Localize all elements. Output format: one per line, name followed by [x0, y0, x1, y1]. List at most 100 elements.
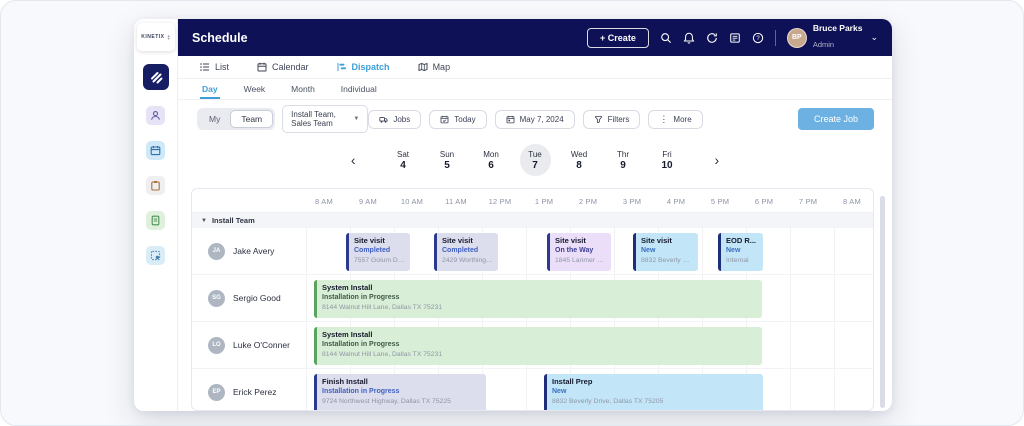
date-picker-button[interactable]: May 7, 2024	[494, 109, 575, 129]
event-card[interactable]: Site visit New 8832 Beverly Dri...	[633, 233, 698, 271]
technician-avatar: EP	[208, 383, 225, 401]
time-tick: 1 PM	[534, 197, 554, 206]
user-menu[interactable]: BP Bruce Parks Admin ⌄	[786, 23, 878, 52]
event-status: New	[726, 247, 741, 255]
subtab-individual[interactable]: Individual	[339, 79, 379, 99]
day-fri-10[interactable]: Fri 10	[652, 144, 683, 176]
workspace-switcher[interactable]: kinetix ▴ ▾	[136, 23, 175, 51]
technician-cell[interactable]: LO Luke O'Conner	[192, 336, 306, 354]
next-day-button[interactable]: ›	[711, 152, 724, 168]
toolbar-left: My Team Install Team, Sales Team ▼	[197, 105, 369, 133]
vertical-scrollbar[interactable]	[880, 196, 885, 408]
subtab-month[interactable]: Month	[289, 79, 317, 99]
sidebar-item-contacts[interactable]	[146, 106, 165, 125]
team-filter-select[interactable]: Install Team, Sales Team ▼	[282, 105, 369, 133]
event-card[interactable]: EOD R... New Internal	[718, 233, 763, 271]
news-icon	[730, 32, 740, 43]
create-job-button[interactable]: Create Job	[797, 108, 874, 130]
brand-logo-icon	[150, 72, 162, 84]
tab-map[interactable]: Map	[418, 62, 450, 72]
event-card[interactable]: Finish Install Installation in Progress …	[314, 374, 486, 410]
event-address: 8832 Beverly Dri...	[641, 256, 693, 264]
event-status: New	[552, 388, 567, 396]
technician-avatar: SG	[208, 289, 225, 307]
refresh-button[interactable]	[706, 32, 718, 44]
event-card[interactable]: Site visit Completed 2429 Worthingto...	[434, 233, 498, 271]
day-sat-4[interactable]: Sat 4	[388, 144, 419, 176]
event-card[interactable]: System Install Installation in Progress …	[314, 280, 762, 318]
technician-avatar: LO	[208, 336, 225, 354]
main-area: Schedule + Create ? BP Bruce Parks Admin…	[178, 19, 892, 411]
time-tick: 10 AM	[400, 197, 424, 206]
prev-day-button[interactable]: ‹	[347, 152, 360, 168]
filter-icon	[594, 115, 602, 123]
event-title: Site visit	[354, 236, 385, 245]
tab-dispatch[interactable]: Dispatch	[337, 62, 390, 72]
day-mon-6[interactable]: Mon 6	[476, 144, 507, 176]
page-title: Schedule	[192, 30, 248, 45]
event-address: 1845 Larimer Ro...	[555, 256, 606, 264]
event-title: Site visit	[555, 236, 586, 245]
subtab-week[interactable]: Week	[242, 79, 268, 99]
event-card[interactable]: Install Prep New 8832 Beverly Drive, Dal…	[544, 374, 763, 410]
toggle-team[interactable]: Team	[230, 110, 274, 128]
view-tabs: List Calendar Dispatch Map	[178, 56, 892, 79]
event-address: 2429 Worthingto...	[442, 256, 493, 264]
brand-logo[interactable]	[142, 64, 169, 90]
help-icon: ?	[752, 32, 763, 43]
event-address: Internal	[726, 256, 749, 264]
subtab-day[interactable]: Day	[200, 79, 220, 99]
header-actions: + Create ? BP Bruce Parks Admin ⌄	[587, 23, 878, 52]
sidebar-item-dispatch-map[interactable]	[146, 246, 165, 265]
event-status: Installation in Progress	[322, 388, 400, 396]
period-subtabs: Day Week Month Individual	[178, 79, 892, 100]
time-header: 8 AM 9 AM 10 AM 11 AM 12 PM 1 PM 2 PM 3 …	[192, 189, 873, 213]
jobs-button[interactable]: Jobs	[368, 109, 422, 129]
kebab-icon: ⋮	[659, 113, 669, 124]
sidebar-item-invoices[interactable]	[146, 211, 165, 230]
event-status: Completed	[442, 247, 479, 255]
date-navigation: ‹ Sat 4 Sun 5 Mon 6 Tue 7 Wed 8 Thr 9 Fr…	[178, 138, 892, 182]
toggle-my[interactable]: My	[199, 111, 230, 127]
news-feed-button[interactable]	[729, 32, 741, 44]
mini-sidebar: kinetix ▴ ▾	[134, 19, 178, 411]
day-wed-8[interactable]: Wed 8	[564, 144, 595, 176]
team-filter-value: Install Team, Sales Team	[291, 110, 336, 128]
event-title: System Install	[322, 330, 373, 339]
time-tick: 12 PM	[488, 197, 512, 206]
sidebar-item-tasks[interactable]	[146, 176, 165, 195]
help-button[interactable]: ?	[752, 32, 764, 44]
event-title: EOD R...	[726, 236, 757, 245]
tab-dispatch-label: Dispatch	[351, 62, 390, 72]
event-address: 8832 Beverly Drive, Dallas TX 75205	[552, 397, 664, 405]
technician-avatar: JA	[208, 242, 225, 260]
calendar-check-icon	[440, 115, 449, 123]
technician-cell[interactable]: SG Sergio Good	[192, 289, 306, 307]
event-card[interactable]: Site visit On the Way 1845 Larimer Ro...	[547, 233, 611, 271]
day-thr-9[interactable]: Thr 9	[608, 144, 639, 176]
tab-calendar[interactable]: Calendar	[257, 62, 309, 72]
event-status: Installation in Progress	[322, 341, 400, 349]
bell-icon	[683, 32, 695, 44]
more-button[interactable]: ⋮ More	[648, 109, 703, 129]
today-button[interactable]: Today	[429, 109, 487, 129]
truck-icon	[379, 116, 388, 123]
event-title: Finish Install	[322, 377, 368, 386]
technician-cell[interactable]: EP Erick Perez	[192, 383, 306, 401]
technician-cell[interactable]: JA Jake Avery	[192, 242, 306, 260]
event-card[interactable]: Site visit Completed 7557 Golum Dri...	[346, 233, 410, 271]
tab-list[interactable]: List	[200, 62, 229, 72]
search-button[interactable]	[660, 32, 672, 44]
notifications-button[interactable]	[683, 32, 695, 44]
group-install-team[interactable]: ▼ Install Team	[192, 213, 873, 228]
filters-button[interactable]: Filters	[582, 109, 641, 129]
refresh-icon	[706, 32, 717, 43]
day-tue-7-selected[interactable]: Tue 7	[519, 144, 551, 176]
create-button[interactable]: + Create	[587, 27, 649, 48]
more-button-label: More	[673, 114, 692, 124]
sidebar-item-schedule[interactable]	[146, 141, 165, 160]
event-card[interactable]: System Install Installation in Progress …	[314, 327, 762, 365]
app-window: kinetix ▴ ▾	[134, 19, 892, 411]
dispatch-board: 8 AM 9 AM 10 AM 11 AM 12 PM 1 PM 2 PM 3 …	[191, 188, 874, 411]
day-sun-5[interactable]: Sun 5	[432, 144, 463, 176]
